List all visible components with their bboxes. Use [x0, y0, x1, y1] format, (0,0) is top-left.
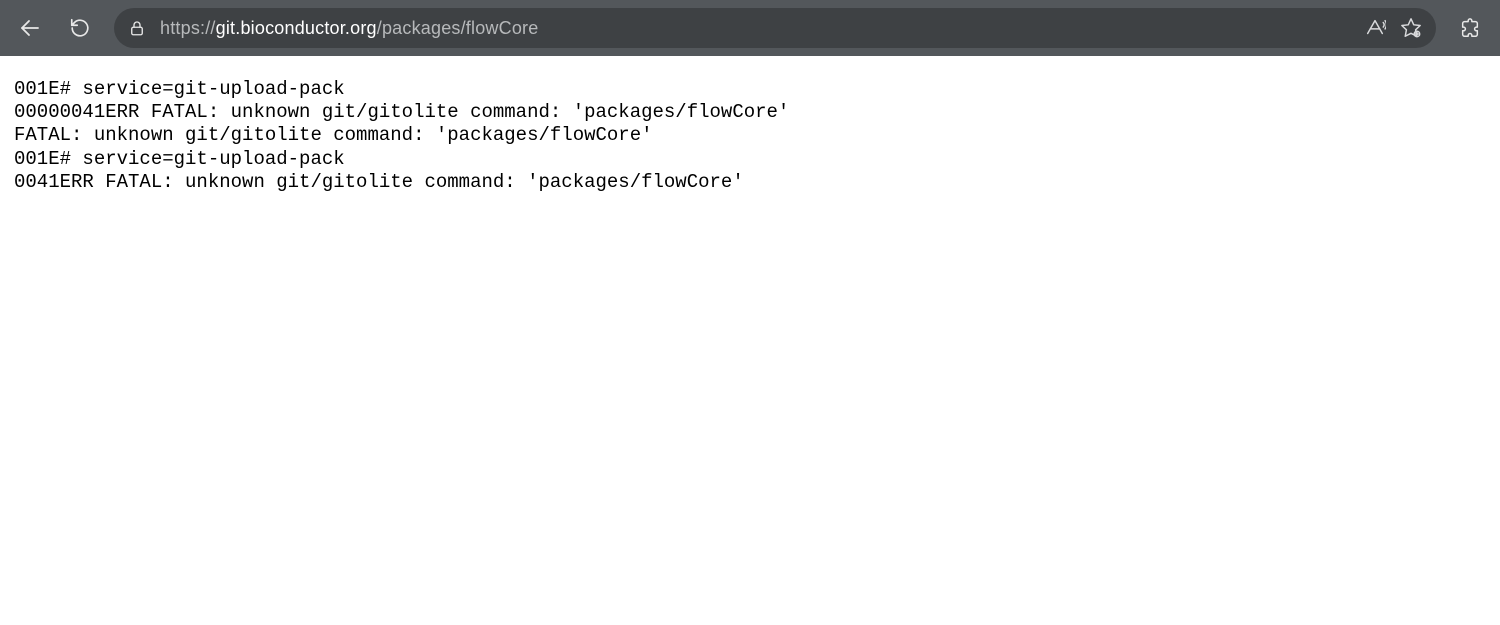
browser-toolbar: https://git.bioconductor.org/packages/fl… [0, 0, 1500, 56]
refresh-button[interactable] [58, 6, 102, 50]
address-bar-actions [1364, 17, 1422, 39]
site-lock-icon[interactable] [128, 19, 146, 37]
url-host: git.bioconductor.org [216, 18, 377, 38]
favorites-star-icon [1400, 17, 1422, 39]
favorites-button[interactable] [1400, 17, 1422, 39]
back-arrow-icon [18, 16, 42, 40]
extensions-button[interactable] [1448, 6, 1492, 50]
back-button[interactable] [8, 6, 52, 50]
read-aloud-icon [1364, 17, 1386, 39]
extensions-puzzle-icon [1459, 17, 1481, 39]
read-aloud-button[interactable] [1364, 17, 1386, 39]
url-display: https://git.bioconductor.org/packages/fl… [160, 18, 1350, 39]
url-path: /packages/flowCore [377, 18, 539, 38]
page-content: 001E# service=git-upload-pack 00000041ER… [0, 56, 1500, 216]
url-scheme: https:// [160, 18, 216, 38]
address-bar[interactable]: https://git.bioconductor.org/packages/fl… [114, 8, 1436, 48]
refresh-icon [69, 17, 91, 39]
